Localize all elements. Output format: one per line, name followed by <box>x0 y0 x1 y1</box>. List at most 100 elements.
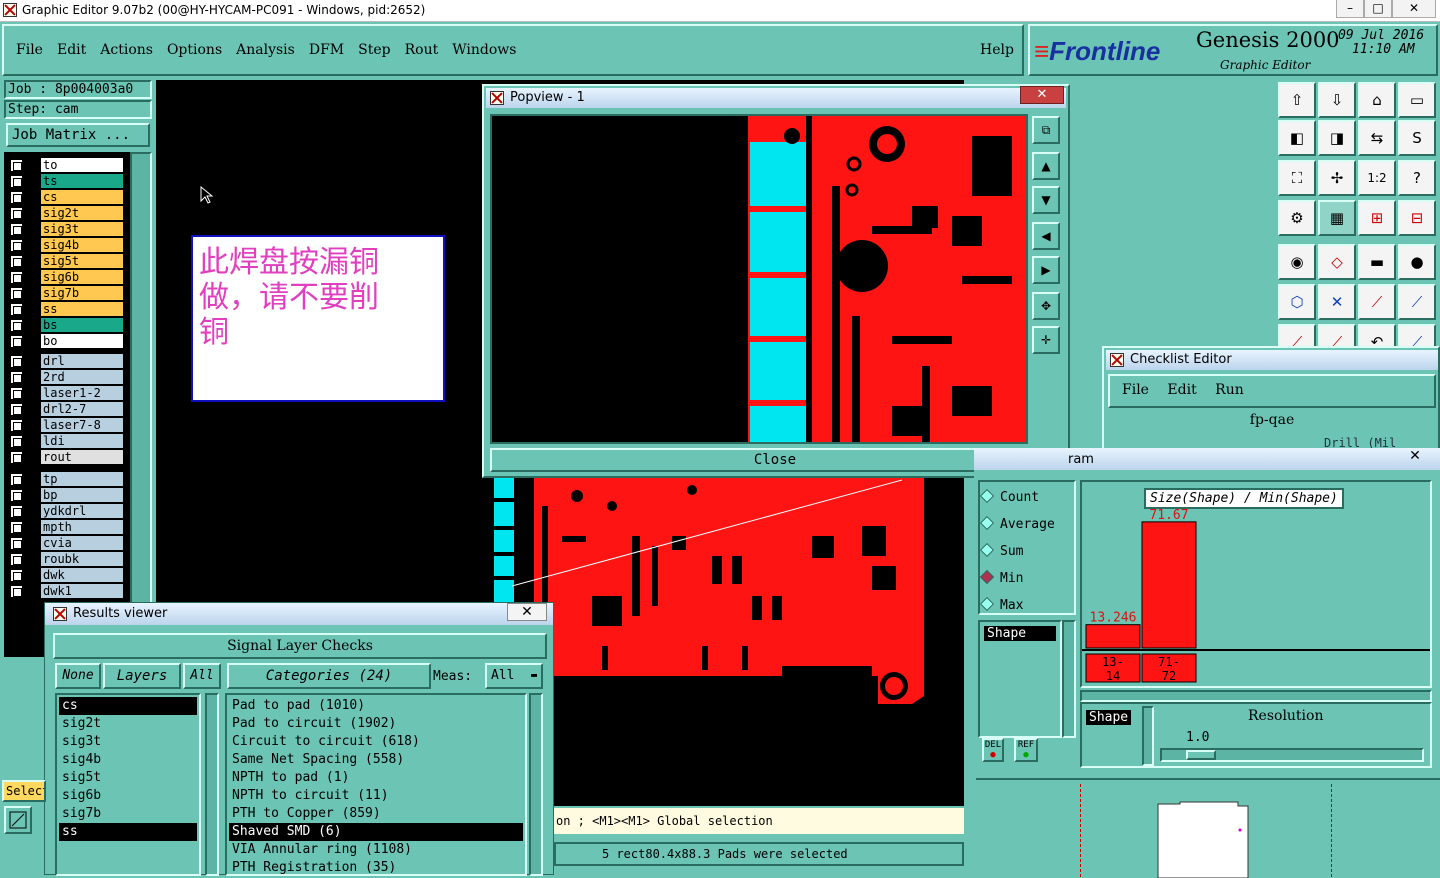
layer-checkbox[interactable] <box>10 585 23 598</box>
job-matrix-button[interactable]: Job Matrix ... <box>6 123 150 147</box>
layer-name[interactable]: tp <box>41 472 123 487</box>
results-category-item[interactable]: Shaved SMD (6) <box>229 823 523 841</box>
popview-pan-left-icon[interactable]: ◀ <box>1032 222 1060 250</box>
results-layer-item[interactable]: sig6b <box>59 787 197 805</box>
layer-name[interactable]: dwk <box>41 568 123 583</box>
down-icon[interactable]: ⇩ <box>1318 82 1356 118</box>
menu-dfm[interactable]: DFM <box>309 42 344 58</box>
layer-row[interactable]: roubk <box>8 552 124 567</box>
layer-row[interactable]: tp <box>8 472 124 487</box>
layer-row[interactable]: dwk <box>8 568 124 583</box>
menu-actions[interactable]: Actions <box>100 42 153 58</box>
none-button[interactable]: None <box>55 663 101 689</box>
layer-name[interactable]: to <box>41 158 123 173</box>
left-arrow-icon[interactable]: ◧ <box>1278 120 1316 156</box>
layer-row[interactable]: sig6b <box>8 270 124 285</box>
layer-checkbox[interactable] <box>10 271 23 284</box>
mode-radio-sum[interactable]: Sum <box>979 542 1023 559</box>
pcb-board-view[interactable] <box>482 476 964 712</box>
layer-row[interactable]: sig7b <box>8 286 124 301</box>
window-icon[interactable]: ▭ <box>1398 82 1436 118</box>
layer-row[interactable]: drl2-7 <box>8 402 124 417</box>
scale-icon[interactable]: 1:2 <box>1358 160 1396 196</box>
layer-row[interactable]: ts <box>8 174 124 189</box>
mode-radio-max[interactable]: Max <box>979 596 1023 613</box>
layer-row[interactable]: bo <box>8 334 124 349</box>
results-layer-scrollbar[interactable] <box>205 693 219 876</box>
layer-checkbox[interactable] <box>10 319 23 332</box>
layer-checkbox[interactable] <box>10 505 23 518</box>
layer-name[interactable]: sig6b <box>41 270 123 285</box>
cross-icon[interactable]: ✕ <box>1318 284 1356 320</box>
house-icon[interactable]: ⌂ <box>1358 82 1396 118</box>
pad-select-icon[interactable]: ◉ <box>1278 244 1316 280</box>
layer-name[interactable]: roubk <box>41 552 123 567</box>
results-layer-item[interactable]: sig3t <box>59 733 197 751</box>
all-layers-button[interactable]: All <box>183 663 221 689</box>
menu-edit[interactable]: Edit <box>57 42 86 58</box>
layer-name[interactable]: sig2t <box>41 206 123 221</box>
layer-name[interactable]: sig3t <box>41 222 123 237</box>
line-icon[interactable]: ⟋ <box>1358 284 1396 320</box>
results-layer-item[interactable]: sig5t <box>59 769 197 787</box>
popview-close-x-button[interactable]: ✕ <box>1020 86 1064 104</box>
results-category-item[interactable]: NPTH to pad (1) <box>229 769 523 787</box>
layer-row[interactable]: dwk1 <box>8 584 124 599</box>
layer-checkbox[interactable] <box>10 537 23 550</box>
layer-name[interactable]: 2rd <box>41 370 123 385</box>
layer-name[interactable]: cvia <box>41 536 123 551</box>
layer-row[interactable]: cvia <box>8 536 124 551</box>
maximize-button[interactable]: □ <box>1364 0 1392 18</box>
layer-row[interactable]: sig5t <box>8 254 124 269</box>
layer-row[interactable]: bp <box>8 488 124 503</box>
mode-radio-count[interactable]: Count <box>979 488 1039 505</box>
popview-canvas[interactable] <box>490 114 1028 444</box>
shape-icon[interactable]: ◇ <box>1318 244 1356 280</box>
layer-name[interactable]: bo <box>41 334 123 349</box>
help-icon[interactable]: ? <box>1398 160 1436 196</box>
layer-checkbox[interactable] <box>10 355 23 368</box>
layer-name[interactable]: dwk1 <box>41 584 123 599</box>
layer-checkbox[interactable] <box>10 371 23 384</box>
connect-icon[interactable]: ⬡ <box>1278 284 1316 320</box>
layer-row[interactable]: laser7-8 <box>8 418 124 433</box>
x-selector-scrollbar[interactable] <box>1142 706 1154 766</box>
histogram-hscrollbar[interactable] <box>1080 690 1432 702</box>
circle-icon[interactable]: ● <box>1398 244 1436 280</box>
histogram-bar[interactable] <box>1141 521 1197 649</box>
swap-icon[interactable]: ⇆ <box>1358 120 1396 156</box>
layer-row[interactable]: cs <box>8 190 124 205</box>
histogram-bar[interactable] <box>1085 624 1141 649</box>
popview-pcb-zoom[interactable] <box>492 116 1026 442</box>
layer-checkbox[interactable] <box>10 303 23 316</box>
results-layer-list[interactable]: cs sig2t sig3t sig4b sig5t sig6b sig7b ss <box>55 693 201 876</box>
results-category-item[interactable]: NPTH to circuit (11) <box>229 787 523 805</box>
snap-icon[interactable]: ⊞ <box>1358 200 1396 236</box>
overview-map[interactable] <box>976 778 1440 878</box>
layer-name[interactable]: laser1-2 <box>41 386 123 401</box>
select-button[interactable]: Select <box>2 780 46 802</box>
layer-row[interactable]: rout <box>8 450 124 465</box>
histogram-shape-list[interactable]: Shape <box>978 620 1062 738</box>
layer-checkbox[interactable] <box>10 451 23 464</box>
layer-checkbox[interactable] <box>10 223 23 236</box>
layer-row[interactable]: ldi <box>8 434 124 449</box>
layer-row[interactable]: to <box>8 158 124 173</box>
zoom-fit-icon[interactable]: ⛶ <box>1278 160 1316 196</box>
results-category-item[interactable]: Same Net Spacing (558) <box>229 751 523 769</box>
results-layer-item[interactable]: sig2t <box>59 715 197 733</box>
layer-row[interactable]: ss <box>8 302 124 317</box>
select-tool-icon[interactable] <box>4 806 32 834</box>
resolution-slider-thumb[interactable] <box>1186 750 1216 760</box>
layer-checkbox[interactable] <box>10 207 23 220</box>
layer-name[interactable]: ss <box>41 302 123 317</box>
layer-checkbox[interactable] <box>10 435 23 448</box>
checklist-menu-run[interactable]: Run <box>1215 382 1244 398</box>
layers-button[interactable]: Layers <box>103 663 181 689</box>
ruler-icon[interactable]: ▬ <box>1358 244 1396 280</box>
layer-name[interactable]: sig5t <box>41 254 123 269</box>
del-button[interactable]: DEL ● <box>982 738 1004 762</box>
layer-checkbox[interactable] <box>10 419 23 432</box>
menu-analysis[interactable]: Analysis <box>236 42 295 58</box>
layer-name[interactable]: bp <box>41 488 123 503</box>
